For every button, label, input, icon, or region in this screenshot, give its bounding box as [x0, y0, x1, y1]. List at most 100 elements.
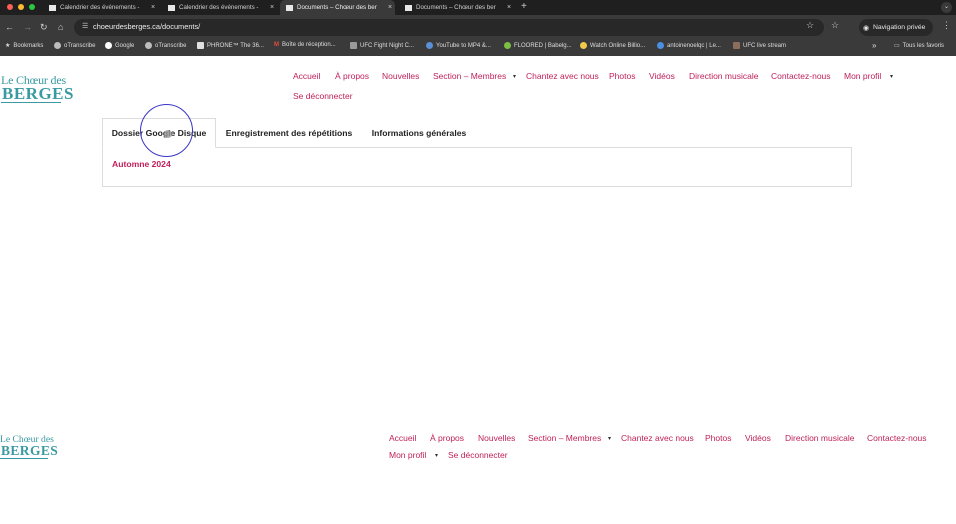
chevron-down-icon[interactable]: ▾	[890, 73, 893, 80]
logo-underline	[1, 102, 61, 103]
globe-icon	[54, 42, 61, 49]
footer-logo[interactable]: Le Chœur des BERGES	[0, 434, 58, 460]
footer-nav-se-deconnecter[interactable]: Se déconnecter	[448, 450, 508, 460]
tab-dossier-google-disque[interactable]: Dossier Google Disque	[102, 118, 216, 148]
home-icon[interactable]: ⌂	[58, 21, 63, 33]
bookmark-label: UFC live stream	[743, 42, 787, 49]
footer-logo-line2: BERGES	[1, 443, 59, 458]
footer-nav-section-membres[interactable]: Section – Membres	[528, 433, 601, 443]
chevron-down-icon[interactable]: ▾	[513, 73, 516, 80]
footer-nav-contactez-nous[interactable]: Contactez-nous	[867, 433, 927, 443]
bookmark-label: Google	[115, 42, 135, 49]
footer-nav-videos[interactable]: Vidéos	[745, 433, 771, 443]
tab-close-icon[interactable]: ×	[385, 4, 395, 11]
maximize-window-button[interactable]	[29, 4, 35, 10]
incognito-icon: ◉	[863, 24, 869, 32]
footer-nav-direction-musicale[interactable]: Direction musicale	[785, 433, 854, 443]
tab-search-icon[interactable]: ⌄	[941, 2, 952, 13]
nav-se-deconnecter[interactable]: Se déconnecter	[293, 91, 353, 101]
bookmark-item[interactable]: oTranscribe	[145, 42, 186, 49]
footer-nav-photos[interactable]: Photos	[705, 433, 731, 443]
all-bookmarks-label: Tous les favoris	[902, 42, 945, 49]
forward-arrow-icon[interactable]: →	[23, 21, 32, 33]
site-icon	[504, 42, 511, 49]
nav-accueil[interactable]: Accueil	[293, 71, 320, 81]
bookmark-item[interactable]: FLOORED | Babelg...	[504, 42, 572, 49]
tab-informations-generales[interactable]: Informations générales	[362, 118, 476, 148]
bookmark-item[interactable]: Watch Online Billio...	[580, 42, 645, 49]
browser-tab-title: Calendrier des événements -	[179, 4, 259, 11]
nav-mon-profil[interactable]: Mon profil	[844, 71, 881, 81]
footer-nav-accueil[interactable]: Accueil	[389, 433, 416, 443]
bookmarks-icon[interactable]: ☆	[831, 20, 839, 31]
bookmark-item[interactable]: ★ Bookmarks	[5, 42, 44, 50]
bookmark-star-icon[interactable]: ☆	[806, 20, 814, 31]
nav-photos[interactable]: Photos	[609, 71, 635, 81]
tab-close-icon[interactable]: ×	[267, 4, 277, 11]
browser-tab-title: Documents – Chœur des ber	[416, 4, 496, 11]
private-mode-label: Navigation privée	[872, 24, 926, 31]
close-window-button[interactable]	[7, 4, 13, 10]
footer-nav-chantez-avec-nous[interactable]: Chantez avec nous	[621, 433, 694, 443]
browser-tab[interactable]: Documents – Chœur des ber ×	[399, 0, 514, 15]
site-icon	[350, 42, 357, 49]
chevron-down-icon[interactable]: ▾	[608, 435, 611, 442]
tab-close-icon[interactable]: ×	[504, 4, 514, 11]
bookmarks-overflow[interactable]: »	[872, 41, 876, 50]
nav-section-membres[interactable]: Section – Membres	[433, 71, 506, 81]
bookmark-label: Boîte de réception...	[282, 42, 336, 48]
tab-enregistrement-des-repetitions[interactable]: Enregistrement des répétitions	[216, 118, 362, 148]
nav-videos[interactable]: Vidéos	[649, 71, 675, 81]
browser-tab[interactable]: Calendrier des événements - ×	[162, 0, 277, 15]
minimize-window-button[interactable]	[18, 4, 24, 10]
gmail-icon: M	[274, 42, 279, 48]
browser-tab-active[interactable]: Documents – Chœur des ber ×	[280, 0, 395, 15]
bookmark-item[interactable]: UFC live stream	[733, 42, 786, 49]
browser-tab[interactable]: Calendrier des événements - ×	[43, 0, 158, 15]
nav-contactez-nous[interactable]: Contactez-nous	[771, 71, 831, 81]
folder-icon: ▭	[894, 43, 900, 49]
bookmark-label: oTranscribe	[64, 42, 96, 49]
footer-nav-mon-profil[interactable]: Mon profil	[389, 450, 426, 460]
browser-tab-title: Documents – Chœur des ber	[297, 4, 377, 11]
nav-chantez-avec-nous[interactable]: Chantez avec nous	[526, 71, 599, 81]
bookmark-item[interactable]: Google	[105, 42, 134, 49]
new-tab-button[interactable]: +	[521, 1, 527, 12]
section-title[interactable]: Automne 2024	[112, 159, 171, 169]
site-logo[interactable]: Le Chœur des BERGES	[1, 73, 73, 105]
site-favicon-icon	[49, 4, 56, 11]
nav-direction-musicale[interactable]: Direction musicale	[689, 71, 758, 81]
bookmark-item[interactable]: PHRONE™ The 36...	[197, 42, 264, 49]
browser-menu-icon[interactable]: ⋮	[942, 20, 951, 31]
bookmark-label: YouTube to MP4 &...	[436, 42, 491, 49]
bookmark-item[interactable]: UFC Fight Night C...	[350, 42, 414, 49]
reload-icon[interactable]: ↻	[40, 21, 48, 33]
site-favicon-icon	[168, 4, 175, 11]
nav-nouvelles[interactable]: Nouvelles	[382, 71, 419, 81]
bookmark-item[interactable]: M Boîte de réception...	[274, 42, 336, 48]
all-bookmarks[interactable]: ▭ Tous les favoris	[894, 42, 945, 50]
bookmark-item[interactable]: YouTube to MP4 &...	[426, 42, 491, 49]
bookmark-label: Bookmarks	[13, 42, 44, 49]
bookmark-label: antoinenoelqc | Le...	[667, 42, 721, 49]
bookmark-label: UFC Fight Night C...	[360, 42, 415, 49]
bookmark-label: Watch Online Billio...	[590, 42, 646, 49]
nav-a-propos[interactable]: À propos	[335, 71, 369, 81]
google-icon	[105, 42, 112, 49]
site-info-icon[interactable]: ☰	[82, 22, 88, 30]
site-icon	[580, 42, 587, 49]
chevron-down-icon[interactable]: ▾	[435, 452, 438, 459]
footer-nav-nouvelles[interactable]: Nouvelles	[478, 433, 515, 443]
tab-close-icon[interactable]: ×	[148, 4, 158, 11]
bookmark-label: oTranscribe	[155, 42, 187, 49]
footer-nav-a-propos[interactable]: À propos	[430, 433, 464, 443]
site-favicon-icon	[405, 4, 412, 11]
back-arrow-icon[interactable]: ←	[5, 21, 14, 33]
url-text[interactable]: choeurdesberges.ca/documents/	[93, 22, 200, 31]
browser-tab-title: Calendrier des événements -	[60, 4, 140, 11]
logo-line2: BERGES	[2, 84, 74, 103]
globe-icon	[145, 42, 152, 49]
bookmark-item[interactable]: oTranscribe	[54, 42, 95, 49]
bookmark-item[interactable]: antoinenoelqc | Le...	[657, 42, 721, 49]
private-mode-badge[interactable]: ◉ Navigation privée	[859, 19, 934, 36]
